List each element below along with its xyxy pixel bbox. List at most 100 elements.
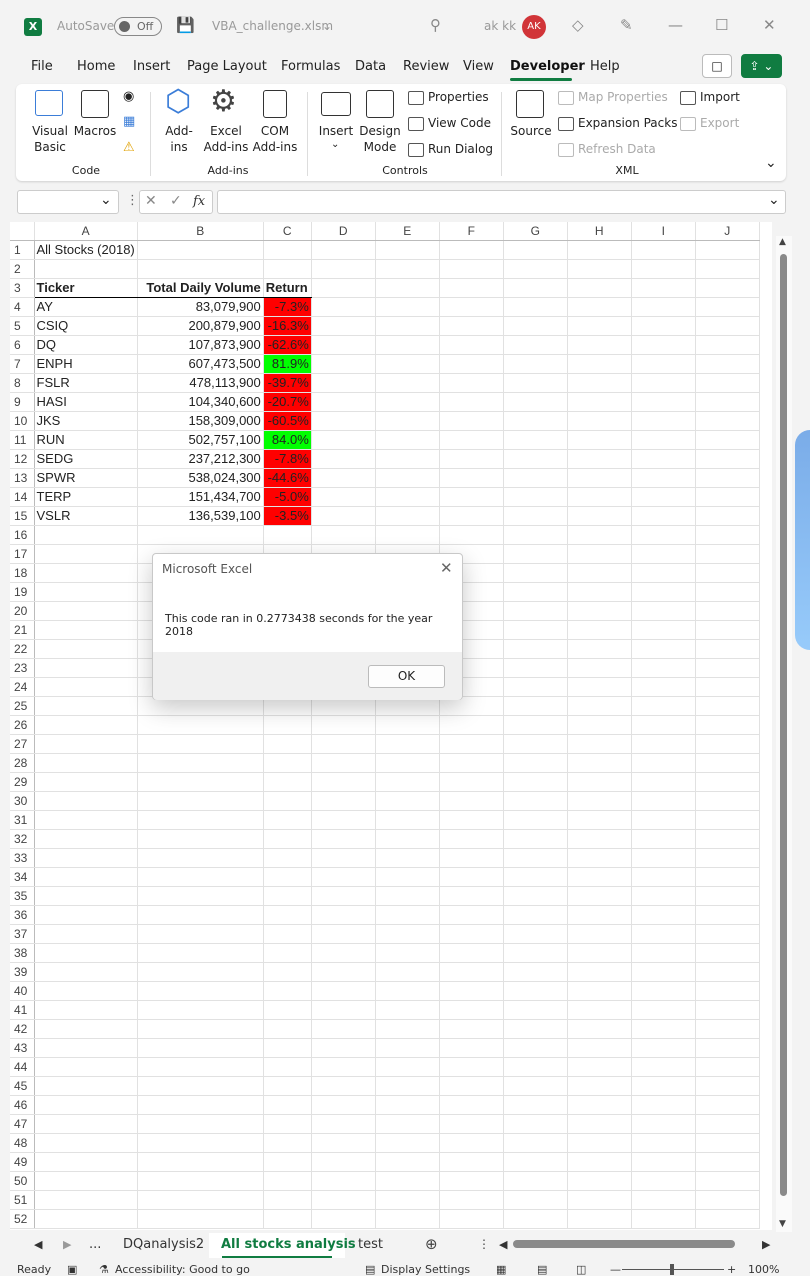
excel-addins-button[interactable]: Excel Add-ins (203, 123, 249, 155)
menu-formulas[interactable]: Formulas (281, 59, 340, 74)
empty-cell[interactable] (503, 373, 568, 393)
empty-cell[interactable] (695, 962, 760, 982)
empty-cell[interactable] (567, 1209, 632, 1229)
empty-cell[interactable] (439, 240, 504, 260)
volume-cell[interactable]: 158,309,000 (137, 411, 264, 431)
empty-cell[interactable] (34, 886, 138, 906)
empty-cell[interactable] (263, 1095, 312, 1115)
row-header[interactable]: 14 (10, 487, 35, 507)
empty-cell[interactable] (567, 886, 632, 906)
empty-cell[interactable] (439, 392, 504, 412)
empty-cell[interactable] (311, 791, 376, 811)
empty-cell[interactable] (695, 924, 760, 944)
empty-cell[interactable] (503, 563, 568, 583)
properties-button[interactable]: Properties (408, 90, 489, 105)
visual-basic-button[interactable]: Visual Basic (30, 123, 70, 155)
empty-cell[interactable] (631, 924, 696, 944)
macro-security-icon[interactable]: ⚠ (123, 140, 135, 155)
empty-cell[interactable] (695, 278, 760, 298)
empty-cell[interactable] (375, 1057, 440, 1077)
empty-cell[interactable] (439, 449, 504, 469)
empty-cell[interactable] (631, 867, 696, 887)
menu-help[interactable]: Help (590, 59, 620, 74)
empty-cell[interactable] (567, 962, 632, 982)
empty-cell[interactable] (263, 1057, 312, 1077)
zoom-level[interactable]: 100% (748, 1263, 779, 1276)
empty-cell[interactable] (34, 905, 138, 925)
empty-cell[interactable] (567, 810, 632, 830)
empty-cell[interactable] (311, 430, 376, 450)
row-header[interactable]: 13 (10, 468, 35, 488)
empty-cell[interactable] (567, 506, 632, 526)
empty-cell[interactable] (137, 525, 264, 545)
empty-cell[interactable] (631, 1114, 696, 1134)
empty-cell[interactable] (34, 715, 138, 735)
empty-cell[interactable] (263, 962, 312, 982)
empty-cell[interactable] (631, 1171, 696, 1191)
row-header[interactable]: 51 (10, 1190, 35, 1210)
empty-cell[interactable] (439, 1171, 504, 1191)
empty-cell[interactable] (34, 563, 138, 583)
empty-cell[interactable] (263, 1000, 312, 1020)
empty-cell[interactable] (631, 962, 696, 982)
empty-cell[interactable] (631, 487, 696, 507)
empty-cell[interactable] (567, 278, 632, 298)
enter-icon[interactable]: ✓ (170, 193, 182, 209)
row-header[interactable]: 22 (10, 639, 35, 659)
empty-cell[interactable] (311, 715, 376, 735)
empty-cell[interactable] (567, 867, 632, 887)
volume-cell[interactable]: 607,473,500 (137, 354, 264, 374)
empty-cell[interactable] (631, 1057, 696, 1077)
empty-cell[interactable] (375, 354, 440, 374)
empty-cell[interactable] (567, 1152, 632, 1172)
page-break-view-icon[interactable]: ◫ (576, 1263, 586, 1276)
empty-cell[interactable] (439, 962, 504, 982)
row-header[interactable]: 17 (10, 544, 35, 564)
row-header[interactable]: 15 (10, 506, 35, 526)
column-header[interactable]: C (263, 222, 312, 241)
tab-dqanalysis2[interactable]: DQanalysis2 (123, 1237, 204, 1252)
empty-cell[interactable] (439, 354, 504, 374)
column-header[interactable]: E (375, 222, 440, 241)
empty-cell[interactable] (695, 544, 760, 564)
empty-cell[interactable] (695, 1209, 760, 1229)
empty-cell[interactable] (439, 525, 504, 545)
empty-cell[interactable] (311, 316, 376, 336)
cancel-icon[interactable]: ✕ (145, 193, 157, 209)
row-header[interactable]: 45 (10, 1076, 35, 1096)
empty-cell[interactable] (439, 734, 504, 754)
ticker-cell[interactable]: AY (34, 297, 138, 317)
empty-cell[interactable] (311, 297, 376, 317)
menu-home[interactable]: Home (77, 59, 115, 74)
empty-cell[interactable] (503, 297, 568, 317)
empty-cell[interactable] (137, 240, 264, 260)
return-cell[interactable]: 81.9% (263, 354, 312, 374)
autosave-toggle[interactable]: Off (114, 17, 162, 36)
empty-cell[interactable] (34, 1095, 138, 1115)
ticker-cell[interactable]: SEDG (34, 449, 138, 469)
empty-cell[interactable] (503, 639, 568, 659)
scroll-down-icon[interactable]: ▼ (779, 1219, 786, 1229)
empty-cell[interactable] (137, 259, 264, 279)
empty-cell[interactable] (311, 1114, 376, 1134)
zoom-in-icon[interactable]: + (727, 1263, 736, 1276)
empty-cell[interactable] (503, 449, 568, 469)
return-cell[interactable]: -44.6% (263, 468, 312, 488)
column-header[interactable]: G (503, 222, 568, 241)
empty-cell[interactable] (263, 848, 312, 868)
empty-cell[interactable] (695, 810, 760, 830)
row-header[interactable]: 24 (10, 677, 35, 697)
empty-cell[interactable] (695, 1019, 760, 1039)
row-header[interactable]: 38 (10, 943, 35, 963)
column-header[interactable]: H (567, 222, 632, 241)
page-layout-view-icon[interactable]: ▤ (537, 1263, 547, 1276)
row-header[interactable]: 8 (10, 373, 35, 393)
empty-cell[interactable] (631, 354, 696, 374)
empty-cell[interactable] (311, 1076, 376, 1096)
empty-cell[interactable] (503, 981, 568, 1001)
empty-cell[interactable] (439, 487, 504, 507)
empty-cell[interactable] (503, 392, 568, 412)
empty-cell[interactable] (34, 1057, 138, 1077)
empty-cell[interactable] (375, 791, 440, 811)
empty-cell[interactable] (503, 791, 568, 811)
